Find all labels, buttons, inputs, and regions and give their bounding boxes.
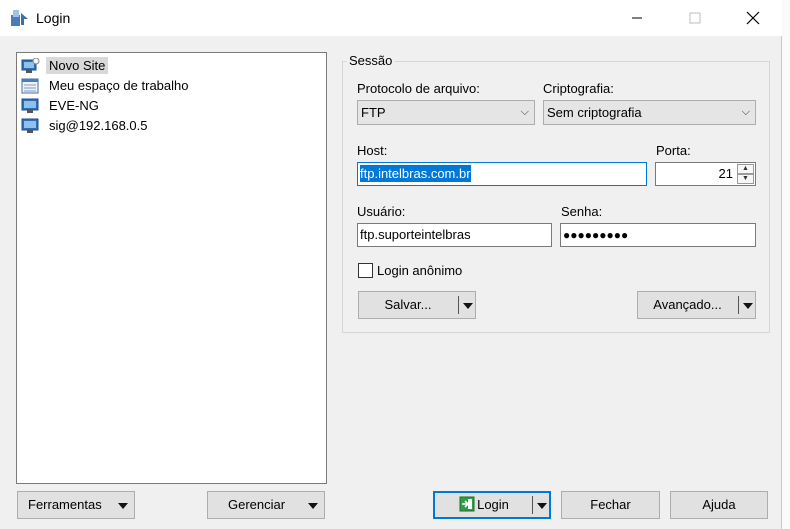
save-button-label: Salvar... xyxy=(384,297,432,312)
user-value: ftp.suporteintelbras xyxy=(360,227,471,242)
monitor-icon xyxy=(21,98,39,113)
tools-button-label: Ferramentas xyxy=(28,497,102,512)
protocol-select[interactable]: FTP ⌵ xyxy=(357,100,535,125)
session-group-title: Sessão xyxy=(346,53,396,68)
tree-item-new-site[interactable]: Novo Site xyxy=(17,56,326,76)
minimize-button[interactable] xyxy=(614,0,660,36)
tree-item-workspace[interactable]: Meu espaço de trabalho xyxy=(17,76,326,96)
tree-item-eve-ng[interactable]: EVE-NG xyxy=(17,96,326,116)
title-bar[interactable]: Login xyxy=(0,0,782,36)
close-button[interactable]: Fechar xyxy=(561,491,660,519)
port-stepper[interactable]: 21 ▲ ▼ xyxy=(655,162,756,186)
login-button-content: Login xyxy=(435,493,533,517)
tree-item-label: EVE-NG xyxy=(49,98,99,113)
chevron-down-icon: ⌵ xyxy=(741,106,750,118)
anonymous-login-label: Login anônimo xyxy=(377,263,463,278)
password-label: Senha: xyxy=(561,204,603,219)
save-button[interactable]: Salvar... xyxy=(358,291,476,319)
encryption-value: Sem criptografia xyxy=(547,105,642,120)
save-dropdown-arrow-icon[interactable] xyxy=(458,296,475,314)
monitor-icon xyxy=(21,118,39,133)
encryption-label: Criptografia: xyxy=(543,81,614,96)
port-label: Porta: xyxy=(656,143,691,158)
tree-item-label: Meu espaço de trabalho xyxy=(49,78,189,93)
manage-button[interactable]: Gerenciar xyxy=(207,491,325,519)
host-label: Host: xyxy=(357,143,388,158)
host-value: ftp.intelbras.com.br xyxy=(360,165,471,182)
login-button-label: Login xyxy=(477,497,509,512)
advanced-dropdown-arrow-icon[interactable] xyxy=(738,296,755,314)
login-icon xyxy=(459,496,475,512)
password-input[interactable]: ●●●●●●●●● xyxy=(560,223,756,247)
site-tree[interactable]: Novo Site Meu espaço de trabalho EVE-NG xyxy=(16,52,327,484)
chevron-down-icon: ⌵ xyxy=(520,106,529,118)
help-button[interactable]: Ajuda xyxy=(670,491,768,519)
new-site-icon xyxy=(21,58,40,73)
login-button[interactable]: Login xyxy=(433,491,551,519)
maximize-icon xyxy=(689,12,701,24)
password-mask: ●●●●●●●●● xyxy=(563,228,629,242)
spin-down-icon[interactable]: ▼ xyxy=(737,174,754,184)
login-dropdown-arrow-icon[interactable] xyxy=(532,496,549,514)
advanced-button-label: Avançado... xyxy=(653,297,722,312)
chevron-down-icon xyxy=(308,503,318,509)
login-window: Login Novo Site Meu espaço de trabalho E… xyxy=(0,0,782,529)
workspace-icon xyxy=(21,78,39,94)
protocol-value: FTP xyxy=(361,105,386,120)
window-title: Login xyxy=(36,10,71,26)
advanced-button[interactable]: Avançado... xyxy=(637,291,756,319)
encryption-select[interactable]: Sem criptografia ⌵ xyxy=(543,100,756,125)
user-input[interactable]: ftp.suporteintelbras xyxy=(357,223,552,247)
port-value: 21 xyxy=(718,166,733,181)
close-window-button[interactable] xyxy=(730,0,776,36)
manage-button-label: Gerenciar xyxy=(228,497,286,512)
host-input[interactable]: ftp.intelbras.com.br xyxy=(357,162,647,186)
help-button-label: Ajuda xyxy=(702,497,736,512)
protocol-label: Protocolo de arquivo: xyxy=(357,81,480,96)
chevron-down-icon xyxy=(118,503,128,509)
user-label: Usuário: xyxy=(357,204,406,219)
close-button-label: Fechar xyxy=(590,497,631,512)
minimize-icon xyxy=(632,17,642,19)
tree-item-sig[interactable]: sig@192.168.0.5 xyxy=(17,116,326,136)
anonymous-login-checkbox[interactable] xyxy=(358,263,373,278)
spin-up-icon[interactable]: ▲ xyxy=(737,164,754,174)
tree-item-label: Novo Site xyxy=(46,57,109,74)
winscp-app-icon xyxy=(11,10,28,26)
close-icon xyxy=(746,11,760,25)
port-spinner[interactable]: ▲ ▼ xyxy=(737,164,754,184)
background-window-edge xyxy=(782,0,790,529)
tree-item-label: sig@192.168.0.5 xyxy=(49,118,148,133)
maximize-button xyxy=(672,0,718,36)
tools-button[interactable]: Ferramentas xyxy=(17,491,135,519)
